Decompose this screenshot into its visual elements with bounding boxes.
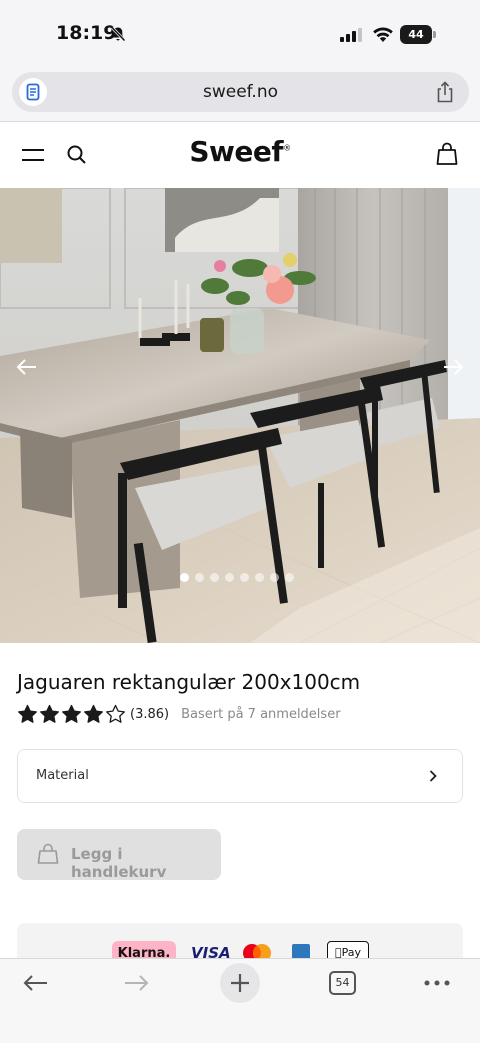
rating-stars (17, 704, 126, 724)
carousel-dot[interactable] (210, 573, 219, 582)
address-bar[interactable]: sweef.no (12, 72, 469, 112)
shopping-bag-icon[interactable] (436, 142, 458, 166)
carousel-dot[interactable] (225, 573, 234, 582)
carousel-next-arrow-icon[interactable] (442, 356, 464, 378)
reviews-count-text: Basert på 7 anmeldelser (181, 706, 341, 722)
wifi-icon (373, 27, 393, 42)
carousel-dot[interactable] (180, 573, 189, 582)
carousel-dots (180, 573, 294, 585)
product-image-carousel[interactable] (0, 188, 480, 643)
shopping-bag-icon (37, 843, 59, 864)
material-label: Material (36, 768, 89, 783)
back-arrow-icon[interactable] (22, 973, 48, 993)
forward-arrow-icon[interactable] (124, 973, 150, 993)
add-to-cart-button[interactable]: Legg i handlekurv (17, 829, 221, 881)
star-icon (40, 704, 59, 723)
carousel-dot[interactable] (270, 573, 279, 582)
url-text[interactable]: sweef.no (12, 82, 469, 102)
carousel-dot[interactable] (195, 573, 204, 582)
carousel-dot[interactable] (255, 573, 264, 582)
rating-row[interactable]: (3.86) Basert på 7 anmeldelser (17, 703, 341, 725)
plus-icon (231, 974, 249, 992)
tabs-count-button[interactable]: 54 (329, 971, 356, 995)
more-dots-icon[interactable] (424, 980, 450, 986)
star-icon (18, 704, 37, 723)
star-icon (62, 704, 81, 723)
chevron-right-icon (429, 770, 437, 782)
browser-toolbar: 54 (0, 958, 480, 1043)
status-time: 18:19 (56, 22, 117, 44)
add-to-cart-label: Legg i handlekurv (71, 845, 167, 881)
carousel-prev-arrow-icon[interactable] (16, 356, 38, 378)
battery-indicator: 44 (400, 25, 436, 44)
site-header: Sweef® (0, 122, 480, 188)
carousel-dot[interactable] (240, 573, 249, 582)
battery-cap (433, 31, 436, 38)
battery-level: 44 (400, 25, 432, 44)
site-logo-text: Sweef (189, 135, 284, 168)
product-title: Jaguaren rektangulær 200x100cm (17, 670, 361, 694)
star-icon (84, 704, 103, 723)
status-bar: 18:19 44 (0, 0, 480, 66)
carousel-dot[interactable] (285, 573, 294, 582)
material-accordion[interactable]: Material (17, 749, 463, 803)
browser-address-area: sweef.no (0, 66, 480, 122)
bell-muted-icon (110, 26, 126, 42)
rating-value: (3.86) (130, 706, 170, 722)
site-logo[interactable]: Sweef® (0, 135, 480, 168)
star-icon (106, 704, 125, 723)
cellular-signal-icon (340, 28, 362, 42)
new-tab-button[interactable] (220, 963, 260, 1003)
share-icon[interactable] (435, 81, 455, 103)
